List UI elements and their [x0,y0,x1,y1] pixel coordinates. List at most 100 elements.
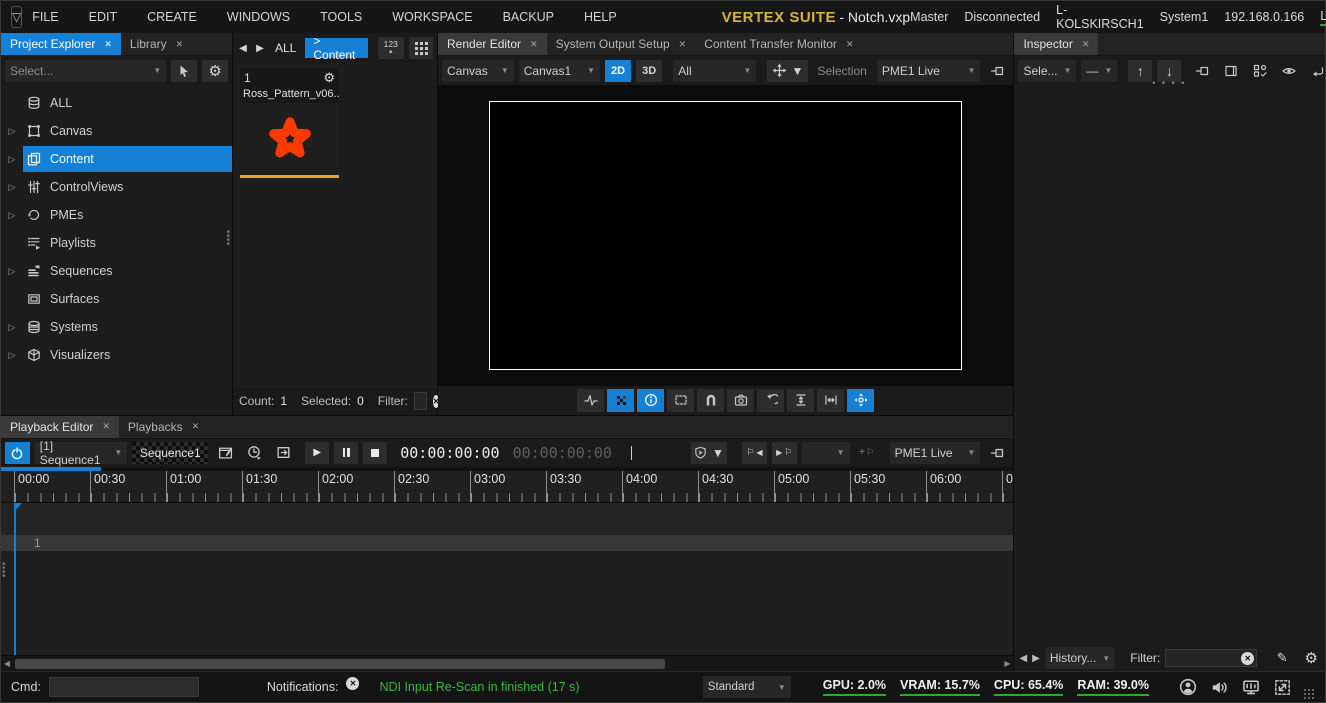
inspector-preset-dropdown[interactable]: —▼ [1081,60,1117,82]
pme-dropdown[interactable]: PME1 Live▼ [877,60,981,82]
content-item-card[interactable]: 1 ⚙ Ross_Pattern_v06... [240,68,339,178]
expand-icon[interactable]: ▷ [1,182,23,193]
gear-icon[interactable]: ⚙ [323,70,335,86]
nav-back-icon[interactable]: ◀ [237,37,249,59]
user-icon[interactable] [1179,678,1197,696]
close-icon[interactable]: ✕ [1082,39,1090,50]
fit-vertical-button[interactable] [787,389,814,412]
play-button[interactable]: ▶ [305,442,329,464]
cmd-input[interactable] [49,677,199,697]
expand-icon[interactable]: ▷ [1,322,23,333]
goto-end-icon[interactable] [271,442,295,464]
pan-mode-button[interactable] [847,389,874,412]
playhead[interactable] [14,503,16,655]
sequence-dropdown[interactable]: [1] Sequence1▼ [35,442,128,464]
filter-input[interactable] [414,392,427,410]
layer-filter-dropdown[interactable]: All▼ [673,60,756,82]
display-settings-icon[interactable] [1242,678,1260,696]
track-area[interactable]: 1 [1,503,1013,655]
close-icon[interactable]: ✕ [530,39,538,50]
resize-grip[interactable] [1303,688,1315,700]
move-tool-button[interactable]: ▼ [767,60,808,82]
menu-item[interactable]: EDIT [89,10,117,24]
track-resize-handle[interactable]: •••• [2,563,6,579]
tree-item-systems[interactable]: ▷ Systems [1,313,232,341]
history-back-icon[interactable]: ◀ [1019,653,1027,664]
clear-filter-icon[interactable]: ✕ [1241,652,1254,665]
grid-view-icon[interactable] [409,37,433,59]
menu-item[interactable]: CREATE [147,10,197,24]
timeline-scrollbar[interactable]: ◀ ▶ [1,655,1013,671]
track-row[interactable]: 1 [1,535,1013,551]
nav-forward-icon[interactable]: ▶ [254,37,266,59]
revert-icon[interactable] [1306,60,1326,82]
playhead-flag-icon[interactable] [14,503,22,512]
timeline-ruler[interactable]: 00:00 00:30 01:00 [1,471,1013,503]
gear-icon[interactable]: ⚙ [1299,647,1323,669]
pin-icon[interactable] [1190,60,1214,82]
performance-graph-button[interactable] [577,389,604,412]
close-icon[interactable]: ✕ [176,39,184,50]
view-3d-button[interactable]: 3D [636,60,662,82]
tree-item-all[interactable]: ALL [1,89,232,117]
license-button[interactable]: LICENSE [1320,9,1326,26]
screenshot-button[interactable] [727,389,754,412]
render-viewport[interactable] [438,85,1013,386]
tree-item-controlviews[interactable]: ▷ ControlViews [1,173,232,201]
pause-button[interactable] [334,442,358,464]
edit-sequence-icon[interactable] [213,442,237,464]
show-all-properties-icon[interactable] [1248,60,1272,82]
canvas-output-rect[interactable] [489,101,962,370]
menu-item[interactable]: TOOLS [320,10,362,24]
scrollbar-thumb[interactable] [15,659,665,669]
add-cue-button[interactable]: +⚐ [855,442,879,464]
visibility-eye-icon[interactable] [1277,60,1301,82]
cue-select-dropdown[interactable]: ▼ [802,442,850,464]
power-button[interactable] [5,442,30,464]
close-icon[interactable]: ✕ [104,39,112,50]
move-up-button[interactable]: ↑ [1128,60,1152,82]
cue-next-button[interactable]: ▶⚐ [772,442,797,464]
speaker-icon[interactable] [1211,679,1228,696]
tree-item-visualizers[interactable]: ▷ Visualizers [1,341,232,369]
edit-pencil-icon[interactable]: ✎ [1270,647,1294,669]
expand-icon[interactable]: ▷ [1,350,23,361]
tree-item-pmes[interactable]: ▷ PMEs [1,201,232,229]
history-forward-icon[interactable]: ▶ [1032,653,1040,664]
selection-rect-button[interactable] [667,389,694,412]
sort-button[interactable]: 123▲ [378,37,404,59]
menu-item[interactable]: HELP [584,10,617,24]
close-icon[interactable]: ✕ [102,421,110,432]
tab-playback-editor[interactable]: Playback Editor✕ [1,416,119,438]
gear-icon[interactable]: ⚙ [202,60,228,82]
fullscreen-icon[interactable] [1274,679,1291,696]
canvas-select-dropdown[interactable]: Canvas1▼ [519,60,600,82]
snap-magnet-button[interactable] [697,389,724,412]
expand-icon[interactable]: ▷ [1,154,23,165]
scroll-right-icon[interactable]: ▶ [1001,659,1013,668]
reset-view-button[interactable] [757,389,784,412]
tab-system-output-setup[interactable]: System Output Setup✕ [547,33,696,55]
menu-item[interactable]: WINDOWS [227,10,290,24]
quality-mode-dropdown[interactable]: Standard▼ [703,676,791,698]
close-icon[interactable]: ✕ [192,421,200,432]
breadcrumb-all[interactable]: ALL [275,41,296,55]
loop-time-icon[interactable] [242,442,266,464]
tree-item-sequences[interactable]: ▷ Sequences [1,257,232,285]
select-dropdown[interactable]: Select...▼ [5,60,166,82]
tree-item-content[interactable]: ▷ Content [1,145,232,173]
tab-library[interactable]: Library ✕ [121,33,192,55]
stop-button[interactable] [363,442,387,464]
breadcrumb-content[interactable]: > Content [305,38,367,58]
expand-icon[interactable]: ▷ [1,210,23,221]
tree-item-playlists[interactable]: Playlists [1,229,232,257]
close-icon[interactable]: ✕ [679,39,687,50]
canvas-type-dropdown[interactable]: Canvas▼ [442,60,514,82]
view-2d-button[interactable]: 2D [605,60,631,82]
info-overlay-button[interactable] [637,389,664,412]
tab-inspector[interactable]: Inspector✕ [1014,33,1098,55]
expand-icon[interactable]: ▷ [1,266,23,277]
panel-layout-icon[interactable] [1219,60,1243,82]
cue-previous-button[interactable]: ⚐◀ [742,442,767,464]
expand-icon[interactable]: ▷ [1,126,23,137]
